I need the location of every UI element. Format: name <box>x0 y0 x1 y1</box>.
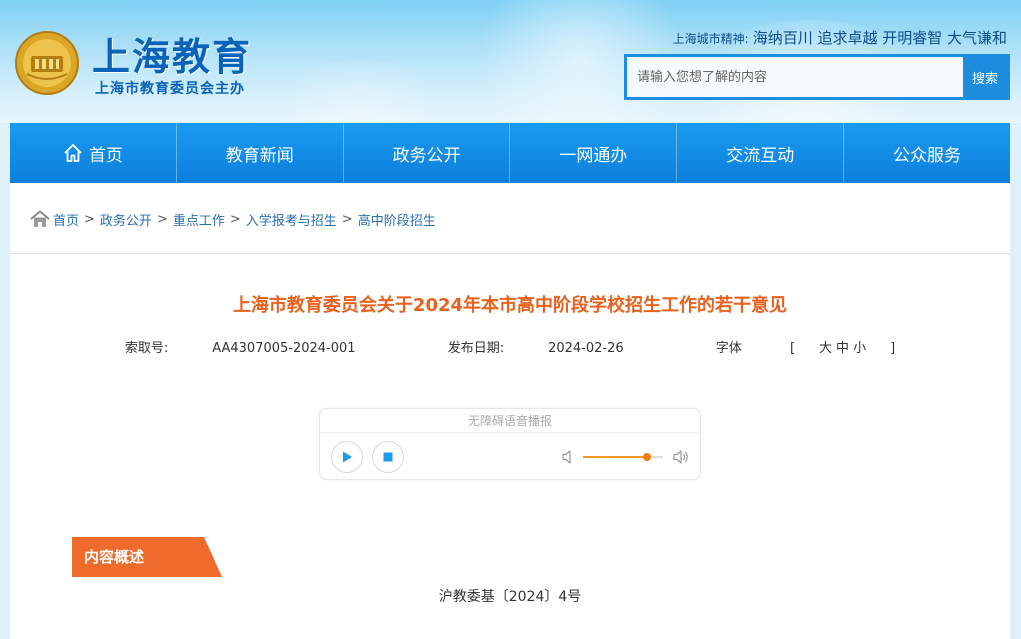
nav-item-government-affairs[interactable]: 政务公开 <box>344 123 511 183</box>
nav-item-interaction[interactable]: 交流互动 <box>677 123 845 183</box>
play-button[interactable] <box>331 441 363 473</box>
breadcrumb: 首页 > 政务公开 > 重点工作 > 入学报考与招生 > 高中阶段招生 <box>30 209 436 229</box>
article-meta: 索取号: AA4307005-2024-001 发布日期: 2024-02-26 字… <box>10 337 1010 356</box>
nav-item-education-news[interactable]: 教育新闻 <box>177 123 344 183</box>
nav-item-home[interactable]: 首页 <box>10 123 177 183</box>
city-spirit: 上海城市精神: 海纳百川 追求卓越 开明睿智 大气谦和 <box>673 27 1007 48</box>
search-input[interactable] <box>627 57 963 97</box>
audio-player: 无障碍语音播报 <box>319 408 701 480</box>
volume-slider-fill <box>583 456 647 458</box>
font-size-small-button[interactable]: 小 <box>853 341 866 356</box>
breadcrumb-item-government-affairs[interactable]: 政务公开 <box>100 210 152 229</box>
publish-date: 发布日期: 2024-02-26 <box>426 341 646 356</box>
nav-item-label: 交流互动 <box>726 145 795 166</box>
volume-high-icon[interactable] <box>672 449 690 465</box>
search-box: 搜索 <box>624 54 1010 100</box>
section-tag-summary: 内容概述 <box>72 537 222 577</box>
font-size-medium-button[interactable]: 中 <box>836 341 849 356</box>
breadcrumb-item-high-school-enrollment[interactable]: 高中阶段招生 <box>358 210 436 229</box>
breadcrumb-item-home[interactable]: 首页 <box>53 210 79 229</box>
breadcrumb-separator: > <box>341 211 353 227</box>
nav-item-label: 公众服务 <box>893 145 962 166</box>
bracket-close: ] <box>890 341 896 356</box>
index-value: AA4307005-2024-001 <box>212 341 356 356</box>
font-size-label: 字体 <box>715 341 742 356</box>
date-value: 2024-02-26 <box>548 341 624 356</box>
home-icon <box>30 210 50 227</box>
main-nav: 首页 教育新闻 政务公开 一网通办 交流互动 公众服务 <box>10 123 1010 183</box>
breadcrumb-item-enrollment[interactable]: 入学报考与招生 <box>246 210 337 229</box>
site-header: 上海教育 上海市教育委员会主办 上海城市精神: 海纳百川 追求卓越 开明睿智 大气… <box>0 0 1021 123</box>
city-spirit-label: 上海城市精神: <box>672 32 749 46</box>
nav-item-online-services[interactable]: 一网通办 <box>510 123 678 183</box>
header-decoration <box>260 60 460 123</box>
site-logo-subtitle: 上海市教育委员会主办 <box>95 81 245 97</box>
nav-item-label: 首页 <box>88 145 123 166</box>
home-icon <box>64 144 82 162</box>
breadcrumb-separator: > <box>229 211 241 227</box>
index-number: 索取号: AA4307005-2024-001 <box>103 341 378 356</box>
main-content: 首页 > 政务公开 > 重点工作 > 入学报考与招生 > 高中阶段招生 上海市教… <box>10 183 1010 639</box>
volume-low-icon[interactable] <box>561 449 575 465</box>
document-number: 沪教委基〔2024〕4号 <box>438 589 582 605</box>
search-button[interactable]: 搜索 <box>963 57 1007 97</box>
breadcrumb-separator: > <box>84 211 95 227</box>
logo-emblem-icon[interactable] <box>14 30 80 96</box>
breadcrumb-separator: > <box>156 211 168 227</box>
index-label: 索取号: <box>124 341 169 356</box>
play-icon <box>343 451 352 463</box>
breadcrumb-item-key-work[interactable]: 重点工作 <box>173 210 225 229</box>
divider <box>10 253 1010 254</box>
nav-item-public-services[interactable]: 公众服务 <box>844 123 1010 183</box>
audio-player-title: 无障碍语音播报 <box>320 409 700 433</box>
nav-item-label: 政务公开 <box>392 145 461 166</box>
date-label: 发布日期: <box>447 341 505 356</box>
nav-item-label: 教育新闻 <box>225 145 294 166</box>
bracket-open: [ <box>789 341 796 356</box>
city-spirit-text: 海纳百川 追求卓越 开明睿智 大气谦和 <box>752 29 1007 47</box>
volume-slider[interactable] <box>583 453 663 461</box>
article-title: 上海市教育委员会关于2024年本市高中阶段学校招生工作的若干意见 <box>232 295 788 316</box>
nav-item-label: 一网通办 <box>559 145 628 166</box>
volume-slider-handle[interactable] <box>643 453 651 461</box>
stop-button[interactable] <box>372 441 404 473</box>
font-size-large-button[interactable]: 大 <box>819 341 832 356</box>
font-size-switcher: 字体 [ 大中小] <box>694 341 917 356</box>
stop-icon <box>383 452 393 462</box>
site-logo-title[interactable]: 上海教育 <box>92 26 252 81</box>
